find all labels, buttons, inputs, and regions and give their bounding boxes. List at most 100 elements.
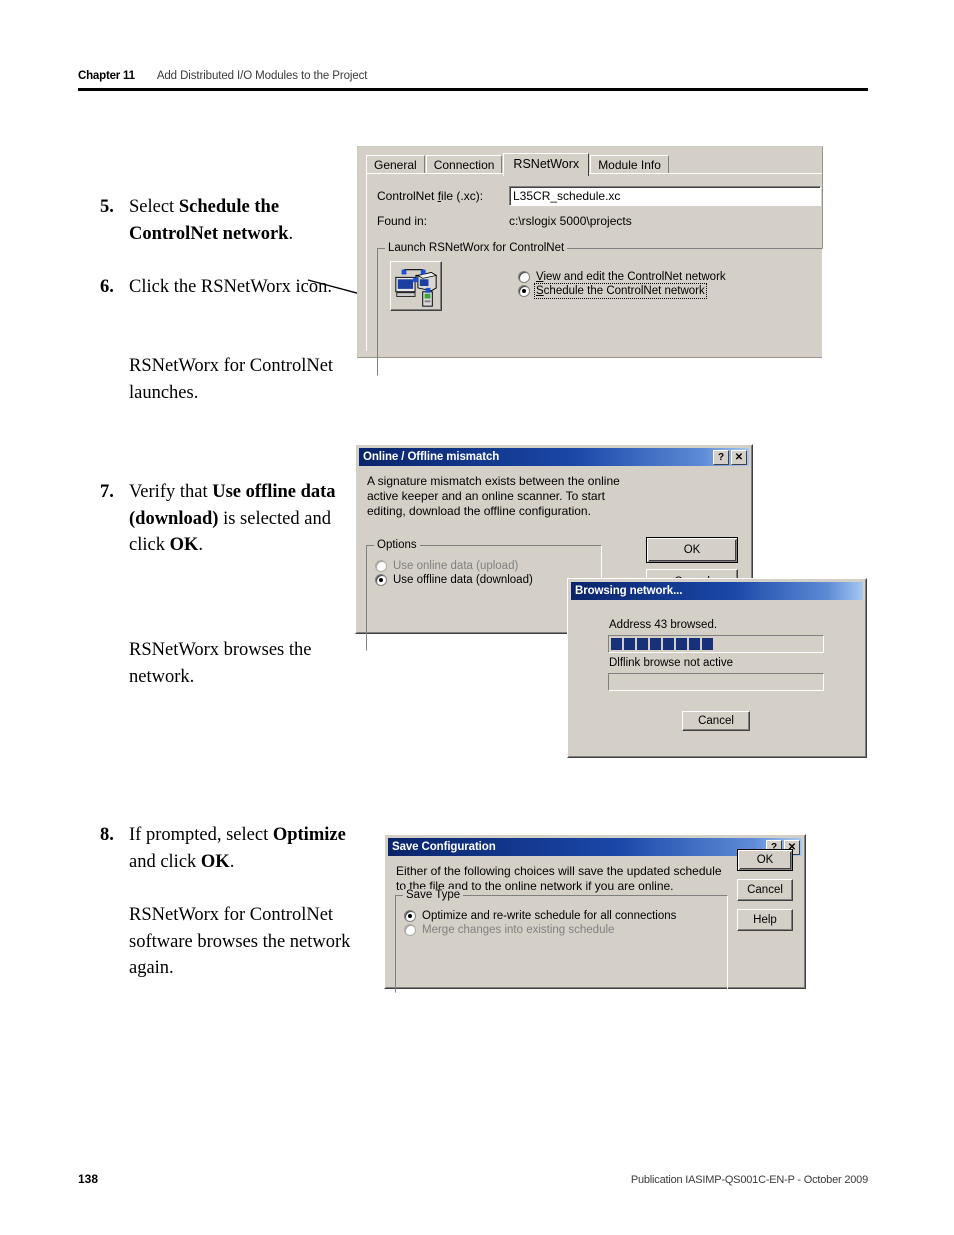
launch-mode-radio-group: View and edit the ControlNet network Sch… bbox=[518, 269, 726, 299]
tab-module-info[interactable]: Module Info bbox=[590, 155, 669, 174]
step-8-bold-2: OK bbox=[200, 851, 230, 872]
chapter-title: Add Distributed I/O Modules to the Proje… bbox=[156, 70, 368, 82]
radio-schedule-network-label: Schedule the ControlNet network bbox=[534, 283, 707, 299]
progress-block bbox=[637, 638, 648, 650]
progress-block bbox=[702, 638, 713, 650]
radio-optimize-rewrite-label: Optimize and re-write schedule for all c… bbox=[422, 910, 677, 922]
rsnetworx-tab-page: ControlNet file (.xc): L35CR_schedule.xc… bbox=[366, 173, 823, 376]
radio-merge-changes[interactable]: Merge changes into existing schedule bbox=[404, 924, 719, 936]
step-8-text: If prompted, select Optimize and click O… bbox=[129, 822, 348, 875]
radio-view-and-edit[interactable]: View and edit the ControlNet network bbox=[518, 271, 726, 283]
step-5-lead: Select bbox=[129, 197, 179, 217]
step-7: 7. Verify that Use offline data (downloa… bbox=[100, 479, 348, 559]
browse-status-secondary: Dlflink browse not active bbox=[609, 657, 733, 669]
step-7-tail: . bbox=[198, 535, 203, 555]
save-type-groupbox-label: Save Type bbox=[403, 889, 464, 901]
save-ok-button[interactable]: OK bbox=[737, 849, 793, 871]
progress-block bbox=[611, 638, 622, 650]
launch-rsnetworx-groupbox-label: Launch RSNetWorx for ControlNet bbox=[385, 242, 568, 254]
step-8-number: 8. bbox=[100, 825, 114, 845]
step-7-lead: Verify that bbox=[129, 482, 213, 502]
mismatch-options-groupbox-label: Options bbox=[374, 539, 420, 551]
tab-connection[interactable]: Connection bbox=[425, 155, 503, 174]
radio-use-offline-data-marker bbox=[375, 574, 387, 586]
rsnetworx-network-icon bbox=[395, 269, 438, 307]
save-help-button[interactable]: Help bbox=[737, 909, 793, 931]
save-type-groupbox: Save Type Optimize and re-write schedule… bbox=[395, 889, 728, 993]
mismatch-body: A signature mismatch exists between the … bbox=[357, 466, 751, 533]
step-5: 5. Select Schedule the ControlNet networ… bbox=[100, 194, 348, 247]
browsing-network-dialog: Browsing network... Address 43 browsed. … bbox=[567, 578, 867, 758]
radio-merge-changes-marker bbox=[404, 924, 416, 936]
progress-block bbox=[650, 638, 661, 650]
step-7-bold-2: OK bbox=[169, 535, 199, 555]
radio-view-and-edit-marker bbox=[518, 271, 530, 283]
browse-progress-bar bbox=[608, 635, 824, 653]
step-8-mid: and click bbox=[129, 851, 201, 872]
step-7-note: RSNetWorx browses the network. bbox=[129, 640, 312, 687]
mismatch-titlebar: Online / Offline mismatch ? ✕ bbox=[359, 448, 749, 466]
step-6-text: Click the RSNetWorx icon. bbox=[129, 277, 333, 297]
step-8-lead: If prompted, select bbox=[129, 825, 273, 845]
step-5-number: 5. bbox=[100, 197, 114, 217]
radio-view-and-edit-label: View and edit the ControlNet network bbox=[536, 271, 726, 283]
progress-block bbox=[676, 638, 687, 650]
mismatch-message: A signature mismatch exists between the … bbox=[367, 474, 620, 518]
browse-titlebar: Browsing network... bbox=[571, 582, 863, 600]
chapter-label: Chapter 11 bbox=[78, 70, 135, 82]
radio-use-online-data-label: Use online data (upload) bbox=[393, 560, 519, 572]
step-8-note: RSNetWorx for ControlNet software browse… bbox=[129, 905, 351, 978]
tab-general[interactable]: General bbox=[366, 155, 425, 174]
mismatch-ok-button[interactable]: OK bbox=[646, 537, 738, 563]
mismatch-title: Online / Offline mismatch bbox=[363, 451, 500, 463]
page-header: Chapter 11 Add Distributed I/O Modules t… bbox=[78, 70, 868, 91]
controlnet-file-input[interactable]: L35CR_schedule.xc bbox=[509, 186, 821, 206]
launch-rsnetworx-groupbox: Launch RSNetWorx for ControlNet View and… bbox=[377, 242, 823, 376]
step-6-number: 6. bbox=[100, 277, 114, 297]
step-7-text: Verify that Use offline data (download) … bbox=[129, 479, 348, 559]
tab-strip: General Connection RSNetWorx Module Info bbox=[366, 153, 670, 176]
browse-cancel-button[interactable]: Cancel bbox=[682, 711, 750, 731]
save-button-column: OK Cancel Help bbox=[737, 849, 793, 939]
breadcrumb: Chapter 11 Add Distributed I/O Modules t… bbox=[78, 70, 868, 88]
radio-merge-changes-label: Merge changes into existing schedule bbox=[422, 924, 615, 936]
rsnetworx-launch-button[interactable] bbox=[390, 261, 442, 311]
controlnet-file-row: ControlNet file (.xc): L35CR_schedule.xc bbox=[377, 186, 832, 206]
step-5-tail: . bbox=[288, 223, 294, 244]
page-footer: 138 Publication IASIMP-QS001C-EN-P - Oct… bbox=[78, 1172, 868, 1186]
progress-block bbox=[689, 638, 700, 650]
found-in-row: Found in: c:\rslogix 5000\projects bbox=[377, 214, 632, 228]
radio-optimize-rewrite[interactable]: Optimize and re-write schedule for all c… bbox=[404, 910, 719, 922]
progress-block bbox=[624, 638, 635, 650]
page-number: 138 bbox=[78, 1172, 99, 1186]
radio-use-online-data[interactable]: Use online data (upload) bbox=[375, 560, 593, 572]
radio-use-offline-data-label: Use offline data (download) bbox=[393, 574, 533, 586]
browse-status-primary: Address 43 browsed. bbox=[609, 619, 718, 631]
help-icon[interactable]: ? bbox=[713, 449, 729, 465]
save-title: Save Configuration bbox=[392, 841, 496, 853]
step-7-number: 7. bbox=[100, 482, 114, 502]
step-6: 6. Click the RSNetWorx icon. bbox=[100, 274, 348, 301]
radio-use-online-data-marker bbox=[375, 560, 387, 572]
radio-schedule-network-marker bbox=[518, 285, 530, 297]
browse-progress-bar-secondary bbox=[608, 673, 824, 691]
found-in-label: Found in: bbox=[377, 214, 428, 228]
close-icon[interactable]: ✕ bbox=[731, 449, 747, 465]
radio-use-offline-data[interactable]: Use offline data (download) bbox=[375, 574, 593, 586]
module-properties-dialog: General Connection RSNetWorx Module Info… bbox=[357, 146, 823, 376]
step-5-text: Select Schedule the ControlNet network. bbox=[129, 194, 348, 247]
radio-optimize-rewrite-marker bbox=[404, 910, 416, 922]
save-cancel-button[interactable]: Cancel bbox=[737, 879, 793, 901]
save-configuration-dialog: Save Configuration ? ✕ Either of the fol… bbox=[384, 834, 806, 993]
browse-title: Browsing network... bbox=[575, 585, 683, 597]
found-in-value: c:\rslogix 5000\projects bbox=[509, 214, 632, 228]
step-6-note: RSNetWorx for ControlNet launches. bbox=[129, 356, 334, 403]
controlnet-file-label: ControlNet file (.xc): bbox=[377, 189, 484, 203]
step-8-tail: . bbox=[229, 851, 235, 872]
step-8-bold-1: Optimize bbox=[272, 825, 346, 845]
publication-info: Publication IASIMP-QS001C-EN-P - October… bbox=[630, 1174, 868, 1186]
tab-rsnetworx[interactable]: RSNetWorx bbox=[503, 153, 590, 176]
step-8: 8. If prompted, select Optimize and clic… bbox=[100, 822, 348, 875]
header-rule bbox=[78, 88, 868, 91]
radio-schedule-network[interactable]: Schedule the ControlNet network bbox=[518, 283, 726, 299]
